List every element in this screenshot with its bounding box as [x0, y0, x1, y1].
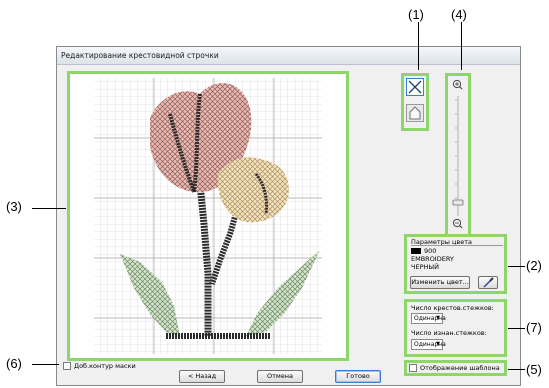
stitch-grid[interactable]: [70, 74, 346, 358]
stitch-canvas[interactable]: [67, 71, 349, 361]
color-parameters: Параметры цвета 900 EMBROIDERY ЧЕРНЫЙ Из…: [404, 234, 507, 294]
cross-stitch-tool-button[interactable]: [406, 78, 424, 96]
callout-5: (5): [526, 362, 542, 377]
callout-5-line: [508, 369, 525, 370]
zoom-panel: [445, 73, 471, 237]
callout-6: (6): [6, 356, 22, 371]
stitch-settings: Число крестов.стежков: Одинарна ▼ Число …: [404, 299, 507, 357]
eyedropper-button[interactable]: [478, 276, 498, 289]
eraser-tool-button[interactable]: [406, 104, 424, 122]
zoom-in-icon: [452, 79, 463, 90]
callout-1: (1): [408, 7, 424, 22]
callout-6-line: [32, 364, 59, 365]
cross-stitch-count-dropdown[interactable]: Одинарна ▼: [411, 313, 446, 324]
zoom-thumb: [452, 199, 464, 206]
color-swatch: [411, 248, 421, 254]
cancel-button[interactable]: Отмена: [257, 370, 303, 383]
callout-4: (4): [451, 7, 467, 22]
template-display-option: Отображение шаблона: [404, 360, 507, 376]
chevron-down-icon: ▼: [436, 315, 440, 321]
callout-3-line: [32, 208, 66, 209]
tool-buttons: [401, 73, 429, 131]
zoom-slider[interactable]: [448, 76, 468, 234]
back-button[interactable]: < Назад: [179, 370, 225, 383]
color-code: 900: [424, 247, 437, 255]
reverse-stitch-count-label: Число изнан.стежков:: [411, 329, 487, 337]
reverse-stitch-count-value: Одинарна: [414, 341, 446, 348]
mask-outline-option: Доб.контур маски: [60, 360, 170, 376]
template-display-label: Отображение шаблона: [420, 364, 500, 372]
mask-outline-label: Доб.контур маски: [74, 362, 136, 370]
reverse-stitch-count-dropdown[interactable]: Одинарна ▼: [411, 339, 446, 350]
cross-icon: [408, 80, 422, 94]
color-name: ЧЕРНЫЙ: [411, 263, 439, 271]
mask-outline-checkbox[interactable]: [63, 362, 71, 370]
done-button[interactable]: Готово: [335, 370, 381, 383]
callout-3: (3): [6, 199, 22, 214]
callout-2: (2): [526, 258, 542, 273]
color-brand: EMBROIDERY: [411, 255, 454, 263]
window-title: Редактирование крестовидной строчки: [57, 47, 520, 65]
callout-7-line: [508, 328, 525, 329]
callout-1-line: [418, 22, 419, 70]
cross-stitch-count-label: Число крестов.стежков:: [411, 304, 494, 312]
eraser-icon: [409, 106, 421, 120]
template-display-checkbox[interactable]: [409, 364, 417, 372]
cross-stitch-dialog: Редактирование крестовидной строчки Пара…: [56, 46, 521, 386]
divider: [411, 245, 503, 246]
cross-stitch-count-value: Одинарна: [414, 315, 446, 322]
change-color-button[interactable]: Изменить цвет...: [410, 276, 470, 289]
chevron-down-icon: ▼: [436, 341, 440, 347]
callout-7: (7): [526, 320, 542, 335]
eyedropper-icon: [483, 277, 494, 288]
zoom-out-icon: [452, 218, 463, 229]
callout-2-line: [508, 266, 525, 267]
callout-4-line: [461, 22, 462, 70]
